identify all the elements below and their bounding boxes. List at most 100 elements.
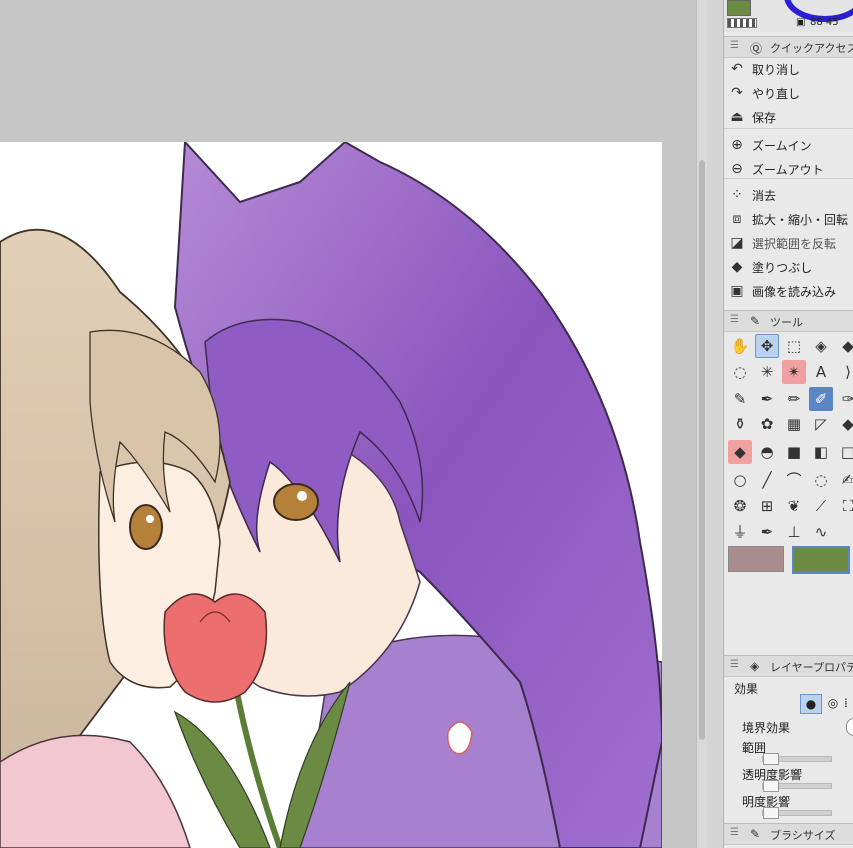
gradient-tool-icon[interactable]: ■ [782, 440, 806, 464]
airbrush-tool-icon[interactable]: ✑ [836, 387, 853, 411]
zoom-out-icon: ⊖ [731, 161, 743, 177]
clear-icon: ⁘ [731, 187, 743, 203]
effect-label: 効果 [734, 682, 759, 696]
dropper-tool-icon[interactable]: ⟋ [809, 494, 833, 518]
layer-properties-icon: ◈ [750, 659, 760, 673]
quick-access-item[interactable]: ⊕ ズームイン [726, 134, 853, 156]
decoration-tool-icon[interactable]: ⚱ [728, 412, 752, 436]
object-tool-icon[interactable]: ⬚ [782, 334, 806, 358]
layer-move-icon[interactable]: ◈ [809, 334, 833, 358]
zoom-in-icon: ⊕ [731, 137, 743, 153]
quick-access-item[interactable]: ⁘ 消去 [726, 184, 853, 206]
text-tool-icon[interactable]: A [809, 360, 833, 384]
curve-tool-icon[interactable]: ⌒ [782, 468, 806, 492]
panel-grip-icon[interactable]: ☰ [730, 314, 739, 325]
canvas-scroll-thumb[interactable] [699, 160, 705, 740]
quick-access-item[interactable]: ↷ やり直し [726, 82, 853, 104]
ellipse-tool-icon[interactable]: ○ [728, 468, 752, 492]
brightness-influence-knob[interactable] [763, 807, 779, 819]
panel-grip-icon[interactable]: ☰ [730, 40, 739, 51]
rect-tool-icon[interactable]: □ [836, 440, 853, 464]
fill-ref-tool-icon[interactable]: ◆ [728, 440, 752, 464]
brush-size-title: ブラシサイズ [770, 829, 836, 842]
transform-icon: ⧈ [732, 211, 742, 227]
move-tool-icon[interactable]: ✥ [755, 334, 779, 358]
feather-tool-icon[interactable]: ❦ [782, 494, 806, 518]
lamp-tool-icon[interactable]: ⏚ [728, 520, 752, 544]
brush-tool-icon[interactable]: ✐ [809, 387, 833, 411]
bucket-tool-icon[interactable]: ⛶ [836, 494, 853, 518]
mesh-tool-icon[interactable]: ⊞ [755, 494, 779, 518]
tone-effect-button[interactable]: ⁞ [844, 694, 853, 712]
tool-panel-header[interactable]: ☰ ✎ ツール [724, 310, 853, 332]
quick-access-item[interactable]: ⊖ ズームアウト [726, 158, 853, 180]
quick-access-title: クイックアクセス [770, 42, 853, 55]
blend-tool-icon[interactable]: ✿ [755, 412, 779, 436]
wave-tool-icon[interactable]: ∿ [809, 520, 833, 544]
lasso-tool-icon[interactable]: ◌ [728, 360, 752, 384]
quick-access-item-label: ズームアウト [752, 163, 824, 177]
quick-access-item[interactable]: ◆ 塗りつぶし [726, 256, 853, 278]
quick-access-item[interactable]: ◪ 選択範囲を反転 [726, 232, 853, 254]
main-color-swatch[interactable] [728, 546, 784, 572]
quick-access-item[interactable]: ⧈ 拡大・縮小・回転 [726, 208, 853, 230]
line-tool-icon[interactable]: ╱ [755, 468, 779, 492]
smudge-tool-icon[interactable]: ✍ [836, 468, 853, 492]
hand-tool-icon[interactable]: ✋ [728, 334, 752, 358]
range-slider[interactable] [762, 753, 832, 765]
range-slider-knob[interactable] [763, 753, 779, 765]
pen-tool-icon[interactable]: ✒ [755, 387, 779, 411]
sub-color-swatch[interactable] [792, 546, 850, 574]
sparkle-tool-icon[interactable]: ✴ [782, 360, 806, 384]
fill-tool-icon[interactable]: ◆ [836, 412, 853, 436]
undo-icon: ↶ [731, 61, 743, 77]
stamp-tool-icon[interactable]: ⊥ [782, 520, 806, 544]
right-panel: ▣ 88 45 ☰ Ⓠ クイックアクセス ↶ 取り消し ↷ やり直し ⏏ 保存 ⊕ ズームイン… [723, 0, 853, 848]
balloon-tool-icon[interactable]: ⟩ [836, 360, 853, 384]
nib-tool-icon[interactable]: ✒ [755, 520, 779, 544]
quick-access-separator [724, 128, 853, 129]
quick-access-item-label: 消去 [752, 189, 777, 203]
drops-tool-icon[interactable]: ❂ [728, 494, 752, 518]
border-effect-toggle[interactable] [846, 718, 853, 736]
quick-access-item[interactable]: ⏏ 保存 [726, 106, 853, 128]
pencil-tool-icon[interactable]: ✏ [782, 387, 806, 411]
ruler-tool-icon[interactable]: ◸ [809, 412, 833, 436]
effect-buttons: ● ◎ ⁞ [800, 694, 853, 714]
quick-access-item-label: 保存 [752, 111, 777, 125]
quick-access-item-label: 選択範囲を反転 [752, 237, 837, 251]
quick-access-item-label: 画像を読み込み [752, 285, 837, 299]
artwork-canvas[interactable] [0, 142, 662, 848]
quick-access-header[interactable]: ☰ Ⓠ クイックアクセス [724, 36, 853, 58]
canvas-area[interactable] [0, 0, 696, 848]
quick-access-item[interactable]: ↶ 取り消し [726, 58, 853, 80]
artwork-illustration [0, 142, 662, 848]
canvas-vertical-scrollbar[interactable] [696, 0, 707, 848]
gradient2-tool-icon[interactable]: ◧ [809, 440, 833, 464]
panel-grip-icon[interactable]: ☰ [730, 659, 739, 670]
border-effect-button[interactable]: ● [800, 694, 822, 714]
opacity-influence-slider[interactable] [762, 780, 832, 792]
brightness-influence-slider[interactable] [762, 807, 832, 819]
pen-tab-icon: ✎ [750, 314, 761, 328]
panel-grip-icon[interactable]: ☰ [730, 827, 739, 838]
auto-select-icon[interactable]: ✳ [755, 360, 779, 384]
opacity-influence-knob[interactable] [763, 780, 779, 792]
transparent-pattern-icon[interactable] [727, 18, 757, 28]
eraser-tool-icon[interactable]: ◆ [836, 334, 853, 358]
dotted-circle-icon[interactable]: ◌ [809, 468, 833, 492]
quick-access-item-label: やり直し [752, 87, 801, 101]
save-icon: ⏏ [730, 109, 744, 125]
eyedropper-tool-icon[interactable]: ✎ [728, 387, 752, 411]
watercolor-effect-button[interactable]: ◎ [824, 694, 842, 712]
cake-tool-icon[interactable]: ◓ [755, 440, 779, 464]
color-swatch-small[interactable] [727, 0, 751, 16]
color-readout: 88 45 [810, 17, 839, 28]
import-image-icon: ▣ [730, 283, 744, 299]
quick-access-item[interactable]: ▣ 画像を読み込み [726, 280, 853, 302]
quick-access-separator [724, 178, 853, 179]
quick-access-item-label: ズームイン [752, 139, 812, 153]
layer-properties-header[interactable]: ☰ ◈ レイヤープロパティ [724, 655, 853, 677]
pattern-tool-icon[interactable]: ▦ [782, 412, 806, 436]
brush-size-header[interactable]: ☰ ✎ ブラシサイズ [724, 823, 853, 845]
